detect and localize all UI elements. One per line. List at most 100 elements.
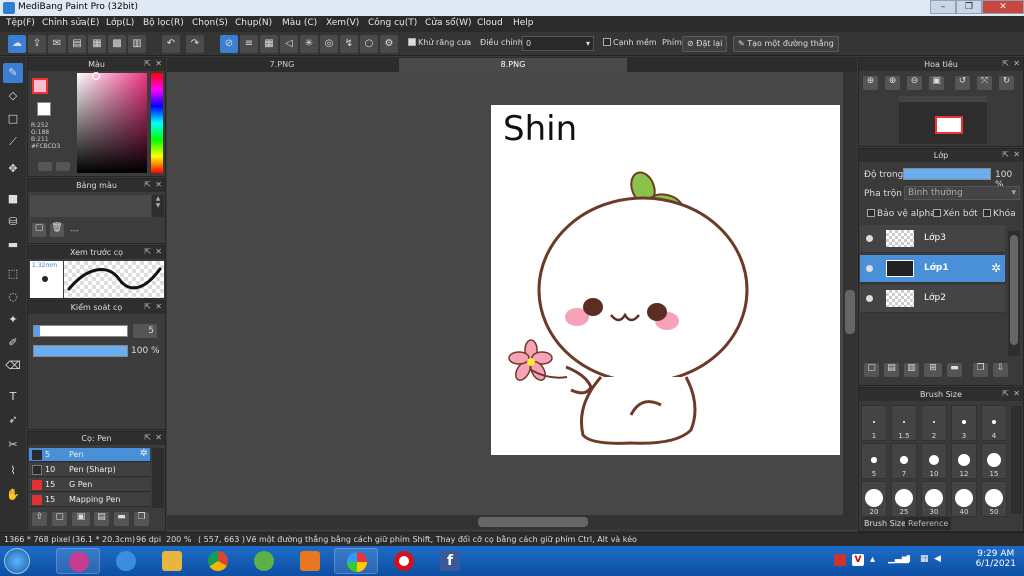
layout-icon[interactable]: ▥ [128, 35, 146, 53]
dot-tool-icon[interactable]: □ [3, 109, 23, 129]
curve-snap-icon[interactable]: ↯ [340, 35, 358, 53]
zoom-in-icon[interactable]: ⊕ [863, 76, 878, 90]
straight-line-button[interactable]: ✎ Tạo một đường thẳng [733, 36, 839, 52]
panel-expand-icon[interactable]: ⇱ [144, 302, 151, 311]
gear-icon[interactable]: ✲ [991, 261, 1001, 275]
cloud-icon[interactable]: ☁ [8, 35, 26, 53]
layer-opacity-slider[interactable] [903, 168, 991, 180]
gradient-tool-icon[interactable]: ▬ [3, 235, 23, 255]
menu-file[interactable]: Tệp(F) [6, 18, 35, 28]
palette-swatches[interactable] [30, 195, 151, 217]
taskbar-opera[interactable] [382, 548, 426, 574]
menu-edit[interactable]: Chỉnh sửa(E) [42, 18, 99, 28]
cross-snap-icon[interactable]: ▦ [260, 35, 278, 53]
brush-size-value[interactable]: 5 [133, 324, 157, 338]
rotate-left-icon[interactable]: ↺ [955, 76, 970, 90]
tab-7-png[interactable]: 7.PNG [167, 58, 397, 72]
magic-wand-icon[interactable]: ✦ [3, 310, 23, 330]
menu-select[interactable]: Chọn(S) [192, 18, 228, 28]
layer-row-lop3[interactable]: Lớp3 [860, 225, 1005, 253]
new-layer-icon[interactable]: ▢ [864, 363, 879, 377]
brush-item-pen-sharp[interactable]: 10 Pen (Sharp) [29, 463, 150, 477]
menu-capture[interactable]: Chụp(N) [235, 18, 272, 28]
parallel-snap-icon[interactable]: ≡ [240, 35, 258, 53]
tab-brush-size[interactable]: Brush Size [861, 517, 910, 530]
select-pen-icon[interactable]: ✐ [3, 333, 23, 353]
brush-menu-icon[interactable]: ▣ [72, 512, 90, 526]
maximize-button[interactable]: ❐ [956, 0, 982, 14]
delete-palette-icon[interactable]: 🗑 [50, 223, 64, 237]
tab-8-png[interactable]: 8.PNG [399, 58, 627, 72]
panel-expand-icon[interactable]: ⇱ [1002, 389, 1009, 398]
panel-expand-icon[interactable]: ⇱ [144, 180, 151, 189]
brush-size-cell[interactable]: 2 [921, 405, 947, 441]
saturation-value-picker[interactable] [77, 73, 147, 173]
foreground-color-swatch[interactable] [32, 78, 48, 94]
move-tool-icon[interactable]: ✥ [3, 159, 23, 179]
brush-item-g-pen[interactable]: 15 G Pen [29, 478, 150, 492]
brush-size-cell[interactable]: 1 [861, 405, 887, 441]
volume-icon[interactable]: ◀ [934, 554, 946, 566]
merge-layer-icon[interactable]: ⇩ [993, 363, 1008, 377]
panel-expand-icon[interactable]: ⇱ [144, 433, 151, 442]
brush-size-cell[interactable]: 7 [891, 443, 917, 479]
menu-tools[interactable]: Công cụ(T) [368, 18, 417, 28]
menu-filter[interactable]: Bộ lọc(R) [143, 18, 184, 28]
taskbar-chrome[interactable] [196, 548, 240, 574]
menu-layer[interactable]: Lớp(L) [106, 18, 134, 28]
add-brush-icon[interactable]: ⇧ [32, 512, 47, 526]
zoom-out-icon[interactable]: ⊖ [907, 76, 922, 90]
adjust-input[interactable]: 0 ▾ [522, 36, 594, 51]
add-layer-menu-icon[interactable]: ⊞ [924, 363, 942, 377]
snap-settings-icon[interactable]: ⚙ [380, 35, 398, 53]
redo-icon[interactable]: ↷ [186, 35, 204, 53]
select-tool-icon[interactable]: ⬚ [3, 264, 23, 284]
panel-close-icon[interactable]: ✕ [1013, 150, 1020, 159]
panel-close-icon[interactable]: ✕ [155, 59, 162, 68]
navigator-viewport[interactable] [935, 116, 963, 134]
select-eraser-icon[interactable]: ⌫ [3, 356, 23, 376]
flip-icon[interactable]: ⤧ [977, 76, 992, 90]
bucket-tool-icon[interactable]: ⛁ [3, 212, 23, 232]
circle-snap-icon[interactable]: ◎ [320, 35, 338, 53]
taskbar-paint-app[interactable] [56, 548, 100, 574]
brush-size-cell[interactable]: 20 [861, 481, 887, 517]
operation-tool-icon[interactable]: ➶ [3, 410, 23, 430]
hand-tool-icon[interactable]: ✋ [3, 485, 23, 505]
brush-size-cell[interactable]: 1.5 [891, 405, 917, 441]
taskbar-explorer[interactable] [150, 548, 194, 574]
brush-size-slider[interactable] [33, 325, 128, 337]
lasso-tool-icon[interactable]: ◌ [3, 287, 23, 307]
eye-icon[interactable] [866, 235, 873, 242]
lock-checkbox[interactable]: Khóa [983, 209, 1016, 219]
brush-size-cell[interactable]: 40 [951, 481, 977, 517]
minimize-button[interactable]: – [930, 0, 956, 14]
eye-icon[interactable] [866, 295, 873, 302]
reset-button[interactable]: ⊘ Đặt lại [682, 36, 728, 52]
menu-help[interactable]: Help [513, 18, 534, 28]
ellipse-snap-icon[interactable]: ○ [360, 35, 378, 53]
taskbar-facebook[interactable]: f [428, 548, 472, 574]
brush-item-mapping-pen[interactable]: 15 Mapping Pen [29, 493, 150, 507]
brush-settings-icon[interactable]: ▤ [94, 512, 109, 526]
panel-close-icon[interactable]: ✕ [155, 433, 162, 442]
rotate-right-icon[interactable]: ↻ [999, 76, 1014, 90]
taskbar-medibang[interactable] [334, 548, 378, 574]
brush-item-pen[interactable]: 5 Pen ✲ [29, 448, 150, 462]
start-button[interactable] [4, 548, 30, 574]
brush-size-cell[interactable]: 3 [951, 405, 977, 441]
new-brush-icon[interactable]: ▢ [52, 512, 67, 526]
panel-expand-icon[interactable]: ⇱ [1002, 150, 1009, 159]
line-tool-icon[interactable]: ⟋ [3, 132, 23, 152]
brush-size-cell[interactable]: 50 [981, 481, 1007, 517]
system-clock[interactable]: 9:29 AM 6/1/2021 [976, 549, 1016, 569]
panel-close-icon[interactable]: ✕ [155, 302, 162, 311]
brush-folder-icon[interactable]: ▬ [114, 512, 129, 526]
tab-reference[interactable]: Reference [905, 517, 952, 530]
navigator-thumbnail[interactable] [899, 96, 987, 144]
brush-list-scrollbar[interactable] [152, 448, 164, 508]
page-icon[interactable]: ▦ [88, 35, 106, 53]
tray-antivirus-icon[interactable] [834, 554, 846, 566]
panel-expand-icon[interactable]: ⇱ [1002, 59, 1009, 68]
layer-row-lop2[interactable]: Lớp2 [860, 285, 1005, 313]
